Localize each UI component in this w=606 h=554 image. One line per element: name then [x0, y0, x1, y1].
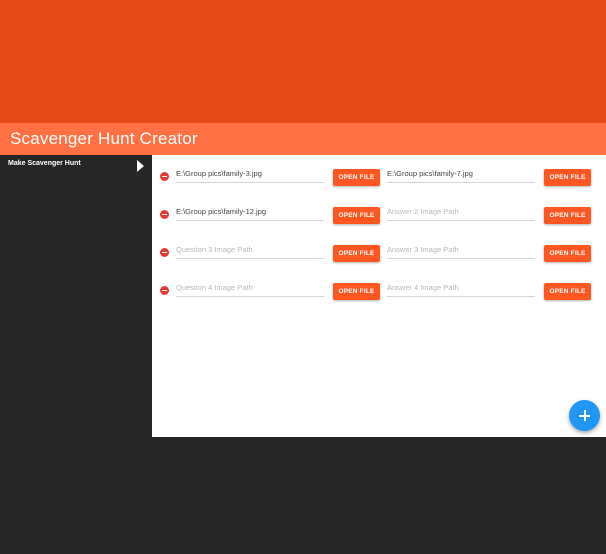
question-path-field[interactable]: E:\Group pics\family-12.jpg [176, 203, 324, 221]
question-path-field[interactable]: Question 3 Image Path [176, 241, 324, 259]
sidebar-item-label: Make Scavenger Hunt [8, 160, 81, 167]
answer-open-file-button[interactable]: OPEN FILE [544, 283, 591, 300]
app-title: Scavenger Hunt Creator [0, 123, 606, 155]
sidebar-item-make-scavenger-hunt[interactable]: Make Scavenger Hunt [0, 155, 152, 175]
image-pair-row: Question 3 Image Path OPEN FILE Answer 3… [152, 235, 606, 265]
add-row-button[interactable] [569, 400, 600, 431]
image-pair-row: Question 4 Image Path OPEN FILE Answer 4… [152, 273, 606, 303]
top-accent-band [0, 0, 606, 123]
image-pair-row: E:\Group pics\family-3.jpg OPEN FILE E:\… [152, 159, 606, 189]
question-open-file-button[interactable]: OPEN FILE [333, 169, 380, 186]
answer-open-file-button[interactable]: OPEN FILE [544, 207, 591, 224]
answer-path-field[interactable]: Answer 3 Image Path [387, 241, 535, 259]
image-pair-row: E:\Group pics\family-12.jpg OPEN FILE An… [152, 197, 606, 227]
plus-icon-stroke [583, 410, 586, 421]
answer-open-file-button[interactable]: OPEN FILE [544, 169, 591, 186]
remove-row-icon[interactable] [160, 286, 169, 295]
answer-open-file-button[interactable]: OPEN FILE [544, 245, 591, 262]
question-path-field[interactable]: E:\Group pics\family-3.jpg [176, 165, 324, 183]
question-open-file-button[interactable]: OPEN FILE [333, 245, 380, 262]
answer-path-field[interactable]: Answer 4 Image Path [387, 279, 535, 297]
question-open-file-button[interactable]: OPEN FILE [333, 283, 380, 300]
remove-row-icon[interactable] [160, 248, 169, 257]
main-panel: E:\Group pics\family-3.jpg OPEN FILE E:\… [152, 155, 606, 437]
play-arrow-icon [137, 160, 144, 172]
remove-row-icon[interactable] [160, 210, 169, 219]
question-path-field[interactable]: Question 4 Image Path [176, 279, 324, 297]
sidebar: Make Scavenger Hunt [0, 155, 152, 554]
remove-row-icon[interactable] [160, 172, 169, 181]
question-open-file-button[interactable]: OPEN FILE [333, 207, 380, 224]
answer-path-field[interactable]: E:\Group pics\family-7.jpg [387, 165, 535, 183]
answer-path-field[interactable]: Answer 2 Image Path [387, 203, 535, 221]
